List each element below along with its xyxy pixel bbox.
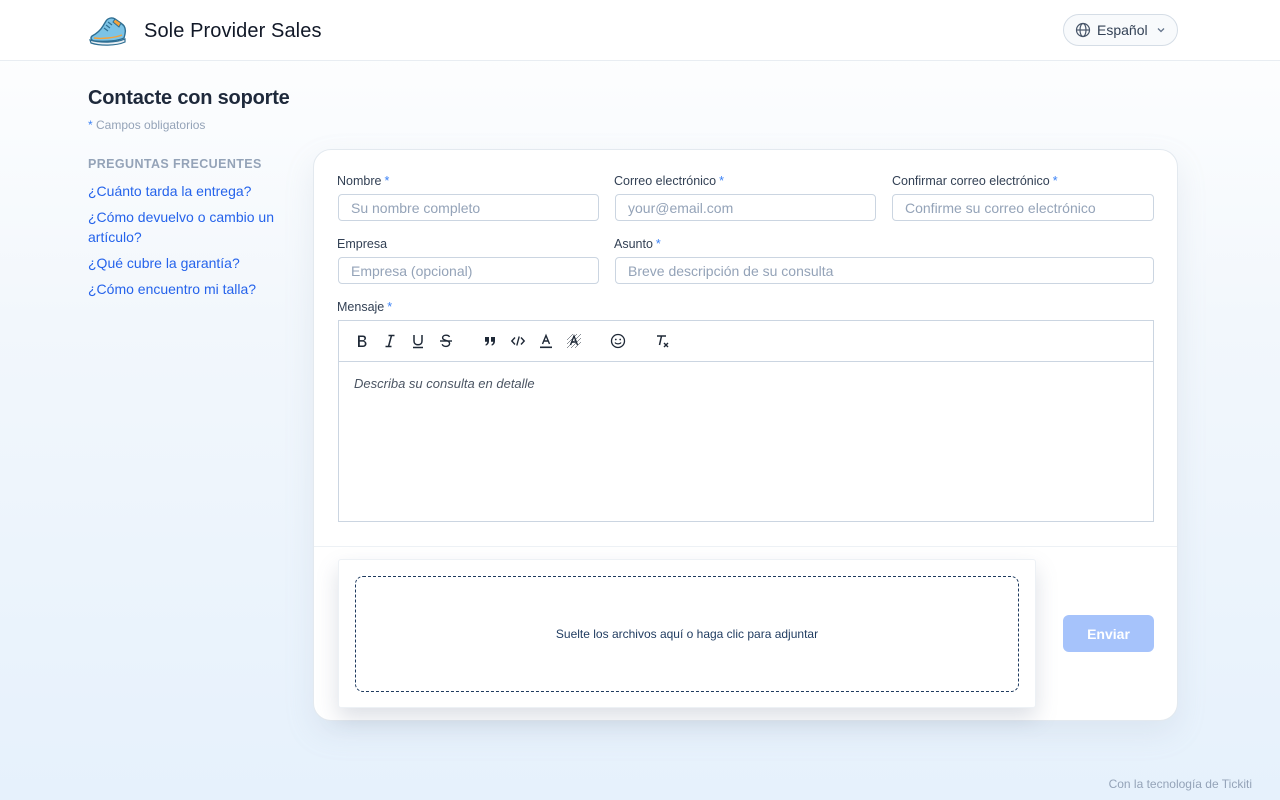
italic-icon[interactable] (381, 332, 399, 350)
brand[interactable]: Sole Provider Sales (88, 14, 322, 48)
subject-field[interactable] (615, 257, 1154, 284)
message-placeholder: Describa su consulta en detalle (354, 376, 535, 391)
name-label-text: Nombre (337, 174, 382, 188)
faq-link-returns[interactable]: ¿Cómo devuelvo o cambio un artículo? (88, 207, 298, 247)
underline-icon[interactable] (409, 332, 427, 350)
text-color-icon[interactable] (537, 332, 555, 350)
powered-by[interactable]: Con la tecnología de Tickiti (1109, 777, 1252, 791)
faq-link-delivery[interactable]: ¿Cuánto tarda la entrega? (88, 181, 298, 201)
attachments-panel: Suelte los archivos aquí o haga clic par… (338, 559, 1036, 708)
quote-icon[interactable] (481, 332, 499, 350)
contact-form-card: Nombre* Correo electrónico* Confirmar co… (313, 149, 1178, 721)
sneaker-icon (89, 17, 127, 46)
required-fields-note: * Campos obligatorios (88, 118, 205, 132)
email-field[interactable] (615, 194, 876, 221)
language-selector[interactable]: Español (1063, 14, 1178, 46)
submit-button[interactable]: Enviar (1063, 615, 1154, 652)
email-label-text: Correo electrónico (614, 174, 717, 188)
company-label: Empresa (337, 237, 387, 251)
message-editor[interactable]: Describa su consulta en detalle (338, 320, 1154, 522)
strikethrough-icon[interactable] (437, 332, 455, 350)
dropzone-text: Suelte los archivos aquí o haga clic par… (555, 627, 819, 641)
code-icon[interactable] (509, 332, 527, 350)
top-bar: Sole Provider Sales Español (0, 0, 1280, 61)
page-title: Contacte con soporte (88, 87, 290, 109)
chevron-down-icon (1157, 28, 1165, 33)
required-mark: * (387, 300, 393, 314)
file-dropzone[interactable]: Suelte los archivos aquí o haga clic par… (355, 576, 1019, 692)
editor-toolbar (339, 321, 1153, 362)
faq-sidebar: PREGUNTAS FRECUENTES ¿Cuánto tarda la en… (88, 157, 298, 305)
name-label: Nombre * (337, 174, 389, 188)
clear-format-icon[interactable] (653, 332, 671, 350)
divider (314, 546, 1177, 547)
faq-heading: PREGUNTAS FRECUENTES (88, 157, 262, 171)
required-mark: * (384, 174, 390, 188)
highlight-icon[interactable] (565, 332, 583, 350)
message-label-text: Mensaje (337, 300, 385, 314)
language-label: Español (1097, 22, 1148, 38)
message-label: Mensaje * (337, 300, 392, 314)
required-mark: * (719, 174, 725, 188)
subject-label-text: Asunto (614, 237, 653, 251)
company-field[interactable] (338, 257, 599, 284)
name-field[interactable] (338, 194, 599, 221)
required-star: * (88, 118, 93, 132)
subject-label: Asunto * (614, 237, 661, 251)
required-mark: * (655, 237, 661, 251)
faq-link-warranty[interactable]: ¿Qué cubre la garantía? (88, 253, 298, 273)
company-label-text: Empresa (337, 237, 388, 251)
confirm-email-label: Confirmar correo electrónico * (892, 174, 1058, 188)
bold-icon[interactable] (353, 332, 371, 350)
faq-link-size[interactable]: ¿Cómo encuentro mi talla? (88, 279, 298, 299)
required-note-text: Campos obligatorios (96, 118, 206, 132)
confirm-email-label-text: Confirmar correo electrónico (892, 174, 1050, 188)
emoji-icon[interactable] (609, 332, 627, 350)
confirm-email-field[interactable] (892, 194, 1154, 221)
email-label: Correo electrónico * (614, 174, 724, 188)
required-mark: * (1052, 174, 1058, 188)
brand-name: Sole Provider Sales (144, 19, 322, 42)
globe-icon (1075, 22, 1091, 38)
